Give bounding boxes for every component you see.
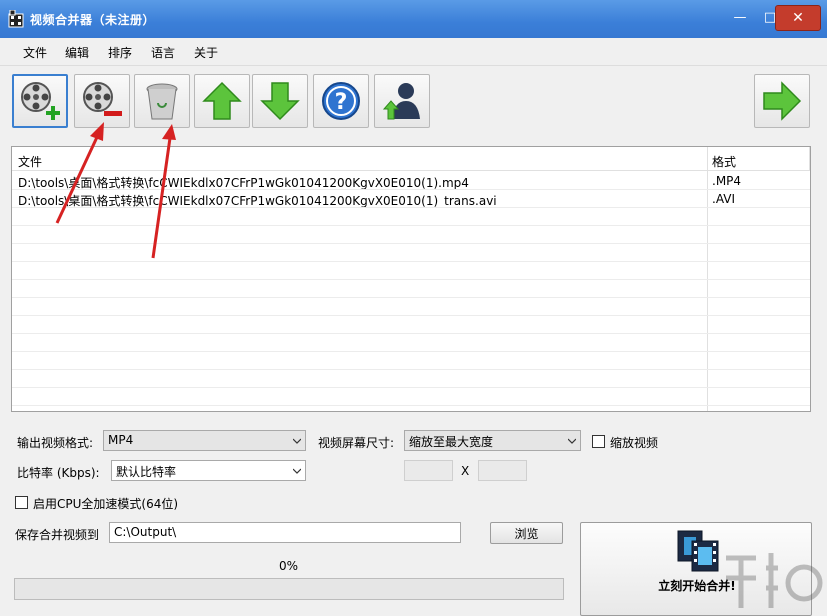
help-icon: ? [319, 79, 363, 123]
row-divider [12, 243, 810, 244]
scale-video-label: 缩放视频 [610, 434, 658, 451]
column-header-file[interactable]: 文件 [18, 153, 42, 170]
table-row[interactable]: D:\tools\桌面\格式转换\fcCWIEkdlx07CFrP1wGk010… [12, 190, 810, 208]
size-x-label: X [461, 464, 469, 478]
bitrate-value: 默认比特率 [116, 465, 176, 479]
menu-edit[interactable]: 编辑 [65, 44, 89, 61]
output-format-value: MP4 [108, 433, 133, 447]
toolbar: ? [0, 66, 827, 136]
help-button[interactable]: ? [313, 74, 369, 128]
app-icon [8, 10, 24, 28]
screen-size-select[interactable]: 缩放至最大宽度 [404, 430, 581, 451]
row-divider [12, 369, 810, 370]
menu-about[interactable]: 关于 [194, 44, 218, 61]
row-divider [12, 279, 810, 280]
file-list[interactable]: 文件 格式 D:\tools\桌面\格式转换\fcCWIEkdlx07CFrP1… [11, 146, 811, 412]
user-button[interactable] [374, 74, 430, 128]
progress-bar [14, 578, 564, 600]
column-divider [809, 147, 810, 171]
row-divider [12, 333, 810, 334]
screen-size-label: 视频屏幕尺寸: [318, 434, 394, 451]
bitrate-label: 比特率 (Kbps): [17, 464, 100, 481]
row-divider [12, 261, 810, 262]
output-format-select[interactable]: MP4 [103, 430, 306, 451]
arrow-down-icon [258, 79, 302, 123]
film-reel-plus-icon [18, 79, 62, 123]
row-divider [12, 405, 810, 406]
minimize-button[interactable]: — [726, 6, 754, 28]
svg-text:?: ? [335, 90, 348, 115]
move-down-button[interactable] [252, 74, 308, 128]
column-header-format[interactable]: 格式 [712, 153, 736, 170]
chevron-down-icon [293, 437, 301, 445]
row-divider [12, 351, 810, 352]
close-button[interactable]: ✕ [775, 5, 821, 31]
film-strip-icon [676, 529, 720, 573]
title-bar: 视频合并器（未注册） — □ ✕ [0, 0, 827, 38]
menu-file[interactable]: 文件 [23, 44, 47, 61]
remove-video-button[interactable] [74, 74, 130, 128]
height-input[interactable] [478, 460, 527, 481]
chevron-down-icon [293, 467, 301, 475]
user-upload-icon [380, 79, 424, 123]
row-divider [12, 207, 810, 208]
cpu-accel-checkbox[interactable] [15, 496, 28, 509]
row-divider [12, 225, 810, 226]
output-format-label: 输出视频格式: [17, 434, 93, 451]
clear-list-button[interactable] [134, 74, 190, 128]
progress-percent: 0% [0, 559, 577, 573]
menu-bar: 文件 编辑 排序 语言 关于 [0, 38, 827, 66]
cpu-accel-label: 启用CPU全加速模式(64位) [33, 495, 178, 512]
film-reel-minus-icon [80, 79, 124, 123]
window-title: 视频合并器（未注册） [30, 11, 155, 28]
save-path-value: C:\Output\ [114, 525, 176, 539]
watermark-logo [716, 548, 827, 616]
bitrate-select[interactable]: 默认比特率 [111, 460, 306, 481]
menu-sort[interactable]: 排序 [108, 44, 132, 61]
table-row[interactable]: D:\tools\桌面\格式转换\fcCWIEkdlx07CFrP1wGk010… [12, 172, 810, 190]
add-video-button[interactable] [12, 74, 68, 128]
arrow-up-icon [200, 79, 244, 123]
next-button[interactable] [754, 74, 810, 128]
list-header: 文件 格式 [12, 147, 810, 171]
move-up-button[interactable] [194, 74, 250, 128]
width-input[interactable] [404, 460, 453, 481]
trash-can-icon [140, 79, 184, 123]
row-divider [12, 297, 810, 298]
file-format: .MP4 [712, 174, 741, 188]
browse-button[interactable]: 浏览 [490, 522, 563, 544]
row-divider [12, 387, 810, 388]
scale-video-checkbox[interactable] [592, 435, 605, 448]
save-path-label: 保存合并视频到 [15, 526, 99, 543]
screen-size-value: 缩放至最大宽度 [409, 435, 493, 449]
file-format: .AVI [712, 192, 735, 206]
menu-language[interactable]: 语言 [151, 44, 175, 61]
arrow-right-icon [760, 79, 804, 123]
chevron-down-icon [568, 437, 576, 445]
save-path-input[interactable]: C:\Output\ [109, 522, 461, 543]
row-divider [12, 315, 810, 316]
